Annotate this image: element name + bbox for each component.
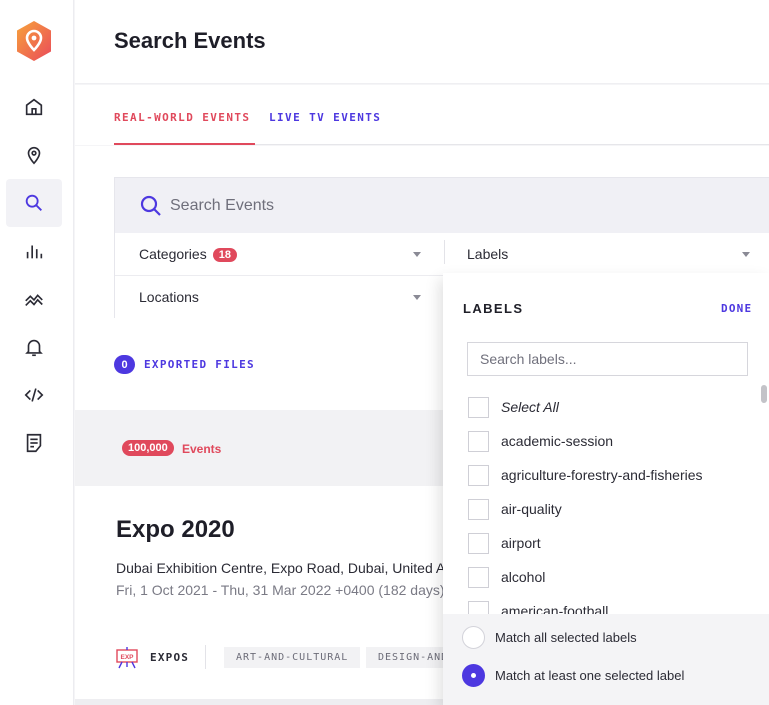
chevron-down-icon [413,295,421,300]
labels-dropdown-title: LABELS [463,301,524,316]
exported-files-count: 0 [114,355,135,374]
label-option-text: academic-session [501,433,614,449]
sidebar-item-search[interactable] [6,179,62,227]
results-count-badge: 100,000 [122,440,174,456]
page-title: Search Events [114,28,266,53]
exported-files-link[interactable]: 0 EXPORTED FILES [114,355,255,374]
page-header: Search Events [75,0,769,84]
radio-dot [471,673,476,678]
tab-live-tv-events[interactable]: LIVE TV EVENTS [269,111,381,124]
sidebar [0,0,74,705]
app-logo-icon[interactable] [15,20,53,62]
search-events-input[interactable] [170,192,730,220]
label-option-text: Select All [501,399,559,415]
radio-button[interactable] [462,626,485,649]
label-option[interactable]: agriculture-forestry-and-fisheries [468,464,703,486]
checkbox[interactable] [468,498,489,520]
event-category: EXPOS [150,651,190,664]
search-icon [140,195,161,216]
event-type-tabs: REAL-WORLD EVENTS LIVE TV EVENTS [75,85,769,145]
results-label: Events [182,442,222,456]
label-option[interactable]: air-quality [468,498,562,520]
event-title[interactable]: Expo 2020 [116,516,235,544]
sidebar-item-location[interactable] [6,131,62,179]
checkbox[interactable] [468,532,489,554]
tab-real-world-events[interactable]: REAL-WORLD EVENTS [114,111,250,124]
checkbox[interactable] [468,430,489,452]
labels-filter[interactable]: Labels [445,233,769,275]
checkbox[interactable] [468,600,489,614]
sidebar-item-features[interactable] [6,275,62,323]
match-any-option[interactable]: Match at least one selected label [462,664,684,687]
label-option[interactable]: airport [468,532,541,554]
checkbox[interactable] [468,396,489,418]
search-icon [25,194,42,211]
label-option-select-all[interactable]: Select All [468,396,559,418]
checkbox[interactable] [468,464,489,486]
search-row [115,178,769,233]
event-category-divider [205,645,206,669]
checkbox[interactable] [468,566,489,588]
chevron-down-icon [413,252,421,257]
categories-count-badge: 18 [212,248,237,262]
labels-done-button[interactable]: DONE [721,302,752,315]
sidebar-item-analytics[interactable] [6,227,62,275]
bell-icon [25,339,43,357]
labels-option-list[interactable]: Select All academic-session agriculture-… [443,389,763,614]
label-option[interactable]: american-football [468,600,608,614]
label-option[interactable]: academic-session [468,430,613,452]
locations-filter[interactable]: Locations [115,276,444,318]
match-any-label: Match at least one selected label [495,668,685,683]
home-icon [25,98,43,116]
label-match-options: Match all selected labels Match at least… [443,614,769,705]
exported-files-label: EXPORTED FILES [144,358,255,371]
map-pin-icon [27,146,41,165]
document-icon [26,433,42,453]
search-labels-input[interactable] [467,342,748,376]
label-option-text: alcohol [501,569,546,585]
expos-category-icon: EXP [116,647,138,669]
sidebar-item-api[interactable] [6,371,62,419]
match-all-option[interactable]: Match all selected labels [462,626,637,649]
sidebar-item-docs[interactable] [6,419,62,467]
label-option-text: american-football [501,603,609,614]
expos-icon-text: EXP [120,654,134,661]
categories-filter-label: Categories 18 [139,246,237,262]
sidebar-item-notifications[interactable] [6,323,62,371]
filter-divider [444,240,445,264]
categories-label-text: Categories [139,246,207,262]
match-all-label: Match all selected labels [495,630,637,645]
label-option[interactable]: alcohol [468,566,545,588]
label-option-text: agriculture-forestry-and-fisheries [501,467,703,483]
bar-chart-icon [26,245,43,259]
active-tab-indicator [114,143,255,145]
label-option-text: air-quality [501,501,562,517]
event-tag[interactable]: ART-AND-CULTURAL [224,647,361,668]
radio-button-selected[interactable] [462,664,485,687]
labels-dropdown: LABELS DONE Select All academic-session … [443,273,769,705]
label-option-text: airport [501,535,541,551]
labels-scrollbar[interactable] [761,385,767,403]
locations-filter-label: Locations [139,289,199,305]
sidebar-item-home[interactable] [6,83,62,131]
code-icon [24,388,44,402]
categories-filter[interactable]: Categories 18 [115,233,444,275]
event-dates: Fri, 1 Oct 2021 - Thu, 31 Mar 2022 +0400… [116,582,445,598]
labels-filter-label: Labels [467,246,509,262]
chevron-down-icon [742,252,750,257]
trend-icon [25,294,43,307]
